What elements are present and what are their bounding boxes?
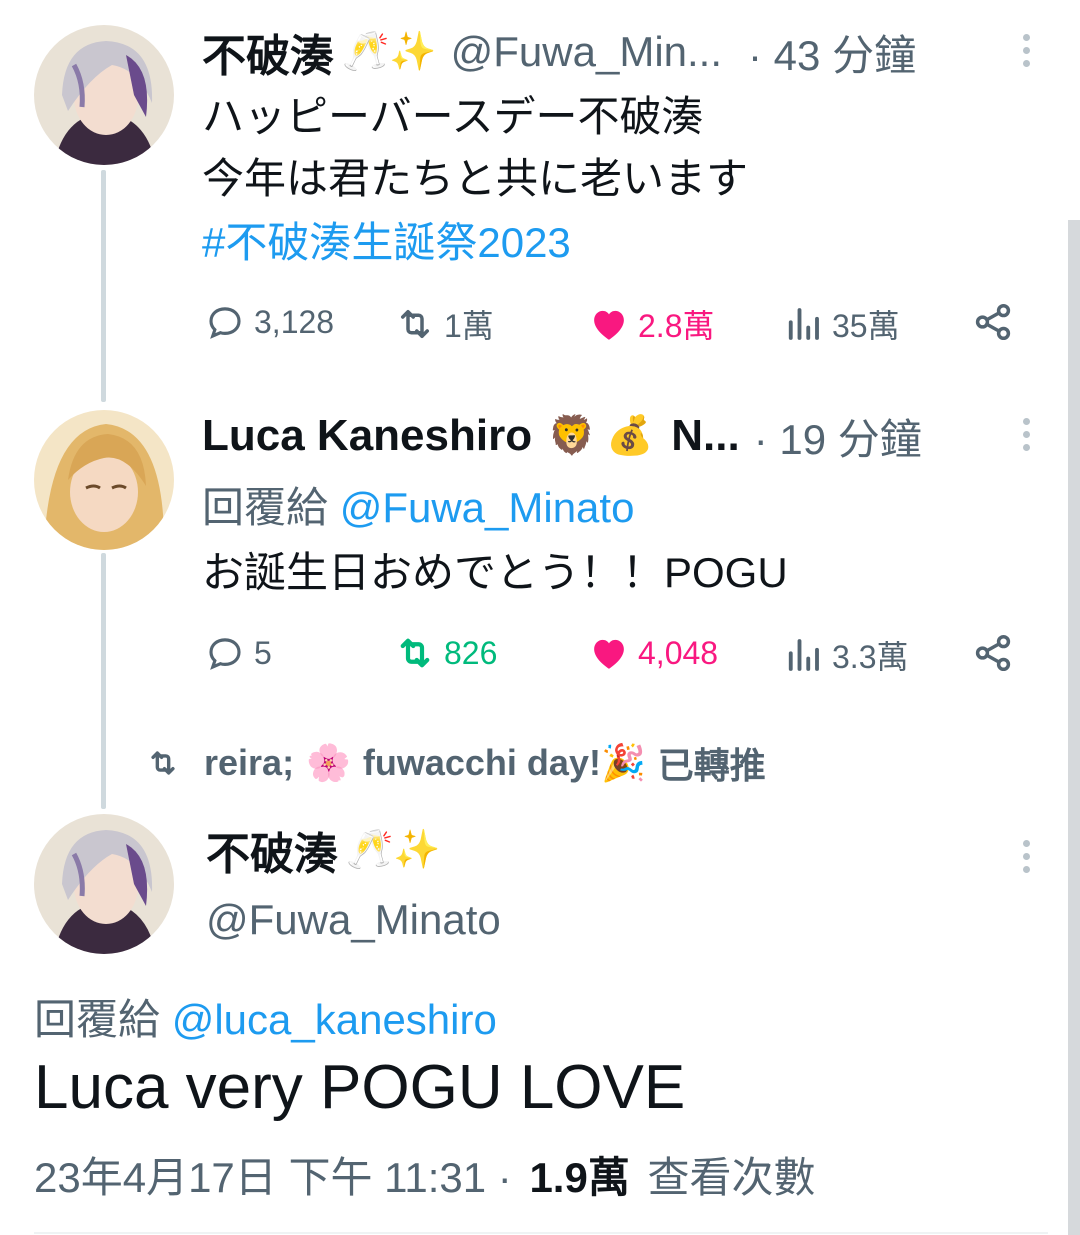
scrollbar[interactable]	[1068, 220, 1080, 1235]
like-button[interactable]: 4,048	[588, 632, 718, 674]
reply-count: 3,128	[254, 303, 335, 340]
tweet1-text-line1: ハッピーバースデー不破湊	[202, 93, 704, 140]
views-count: 3.3萬	[832, 639, 909, 675]
share-button[interactable]	[972, 301, 1022, 343]
display-name[interactable]: 不破湊	[206, 818, 338, 882]
reply-icon	[209, 638, 241, 670]
retweet-count: 826	[444, 634, 498, 671]
reply-icon	[209, 307, 241, 339]
share-button[interactable]	[972, 632, 1022, 674]
main-tweet-text: Luca very POGU LOVE	[34, 1053, 686, 1122]
retweet-button[interactable]: 1萬	[394, 301, 494, 347]
name-emoji: 🥂✨	[342, 31, 437, 73]
display-name[interactable]: Luca Kaneshiro	[202, 411, 532, 461]
reply-button[interactable]: 5	[204, 632, 272, 674]
view-count: 1.9萬	[529, 1154, 630, 1201]
reply-mention-link[interactable]: @luca_kaneshiro	[172, 996, 497, 1043]
name-emoji: 🥂✨	[346, 829, 441, 871]
like-button[interactable]: 2.8萬	[588, 301, 715, 347]
retweet-icon	[400, 638, 430, 668]
retweet-label: 已轉推	[657, 745, 766, 786]
like-count: 4,048	[638, 634, 719, 671]
hashtag-link[interactable]: #不破湊生誕祭2023	[202, 212, 571, 274]
reply-button[interactable]: 3,128	[204, 301, 334, 343]
avatar-fuwa[interactable]	[34, 814, 174, 954]
retweet-button[interactable]: 826	[394, 632, 497, 674]
views-icon	[788, 308, 819, 340]
reply-context: 回覆給 @Fuwa_Minato	[202, 474, 634, 535]
retweet-icon	[151, 751, 175, 775]
tweet2-header: Luca Kaneshiro 🦁 💰 N... · 19 分鐘	[202, 408, 922, 464]
share-icon	[975, 634, 1011, 672]
reply-prefix: 回覆給	[202, 484, 329, 531]
views-count: 35萬	[832, 308, 900, 344]
timestamp[interactable]: · 19 分鐘	[754, 406, 922, 467]
retweeter-name: reira;	[204, 742, 295, 783]
heart-icon	[594, 310, 624, 340]
share-icon	[975, 303, 1011, 341]
retweeter-tail-emoji: 🎉	[600, 742, 646, 783]
more-icon[interactable]	[1023, 840, 1031, 879]
name-emoji: 🦁 💰	[548, 415, 654, 457]
tweet-date[interactable]: 23年4月17日 下午 11:31 ·	[34, 1154, 512, 1201]
retweeter-name-tail: fuwacchi day!	[362, 742, 601, 783]
avatar-fuwa[interactable]	[34, 25, 174, 165]
retweet-icon	[401, 310, 429, 338]
tweet1-text-line2: 今年は君たちと共に老います	[202, 155, 749, 202]
heart-icon	[594, 639, 624, 669]
more-icon[interactable]	[1023, 418, 1031, 457]
like-count: 2.8萬	[638, 308, 715, 344]
tweet-meta: 23年4月17日 下午 11:31 · 1.9萬 查看次數	[34, 1144, 816, 1205]
handle[interactable]: @Fuwa_Minato	[206, 896, 501, 944]
main-tweet-header: 不破湊 🥂✨	[206, 822, 441, 879]
retweet-count: 1萬	[444, 308, 494, 344]
thread-line	[101, 553, 106, 809]
retweeter-emoji: 🌸	[306, 742, 351, 783]
reply-mention-link[interactable]: @Fuwa_Minato	[340, 484, 635, 531]
avatar-luca[interactable]	[34, 410, 174, 550]
views-icon	[788, 639, 819, 671]
tweet1-header: 不破湊 🥂✨ @Fuwa_Min... · 43 分鐘	[202, 22, 916, 83]
views-button[interactable]: 35萬	[782, 301, 900, 347]
retweet-banner[interactable]: reira; 🌸 fuwacchi day! 🎉 已轉推	[146, 735, 766, 791]
thread-line	[101, 170, 106, 402]
display-name[interactable]: 不破湊	[202, 20, 334, 84]
display-name-tail[interactable]: N...	[671, 411, 739, 461]
reply-prefix: 回覆給	[34, 996, 161, 1043]
reply-context: 回覆給 @luca_kaneshiro	[34, 986, 497, 1047]
tweet2-text: お誕生日おめでとう！！POGU	[202, 549, 788, 596]
reply-count: 5	[254, 634, 272, 671]
more-icon[interactable]	[1023, 34, 1031, 73]
handle[interactable]: @Fuwa_Min...	[451, 28, 722, 76]
timestamp[interactable]: · 43 分鐘	[748, 22, 916, 83]
view-label: 查看次數	[647, 1154, 816, 1201]
divider	[34, 1232, 1048, 1234]
views-button[interactable]: 3.3萬	[782, 632, 909, 678]
